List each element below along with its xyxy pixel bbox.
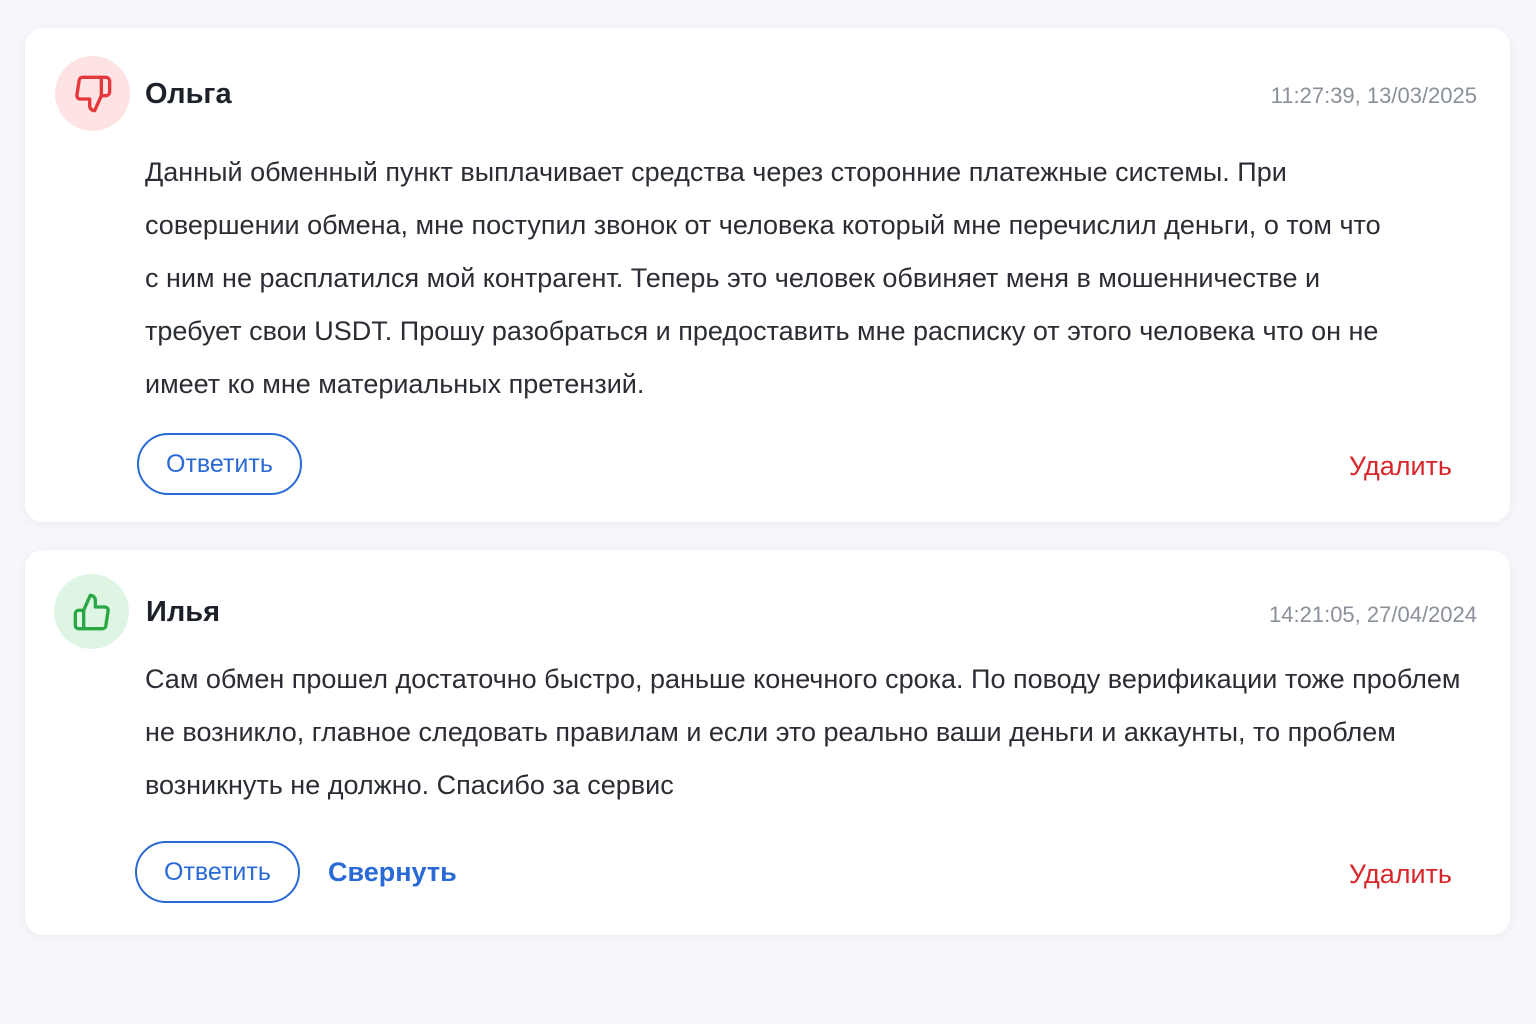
review-author: Ольга — [145, 78, 232, 110]
thumbs-down-icon — [55, 56, 130, 131]
thumbs-up-icon — [54, 574, 129, 649]
review-text: Сам обмен прошел достаточно быстро, рань… — [145, 664, 1461, 800]
review-text: Данный обменный пункт выплачивает средст… — [145, 157, 1381, 399]
collapse-link[interactable]: Свернуть — [328, 857, 457, 888]
delete-link[interactable]: Удалить — [1349, 859, 1452, 890]
review-author: Илья — [146, 596, 221, 628]
review-card: Илья 14:21:05, 27/04/2024 Сам обмен прош… — [25, 550, 1510, 935]
delete-link[interactable]: Удалить — [1349, 451, 1452, 482]
reply-button[interactable]: Ответить — [137, 433, 302, 495]
review-card: Ольга 11:27:39, 13/03/2025 Данный обменн… — [25, 28, 1510, 522]
review-timestamp: 11:27:39, 13/03/2025 — [1270, 83, 1477, 108]
reply-button[interactable]: Ответить — [135, 841, 300, 903]
review-timestamp: 14:21:05, 27/04/2024 — [1269, 602, 1477, 627]
